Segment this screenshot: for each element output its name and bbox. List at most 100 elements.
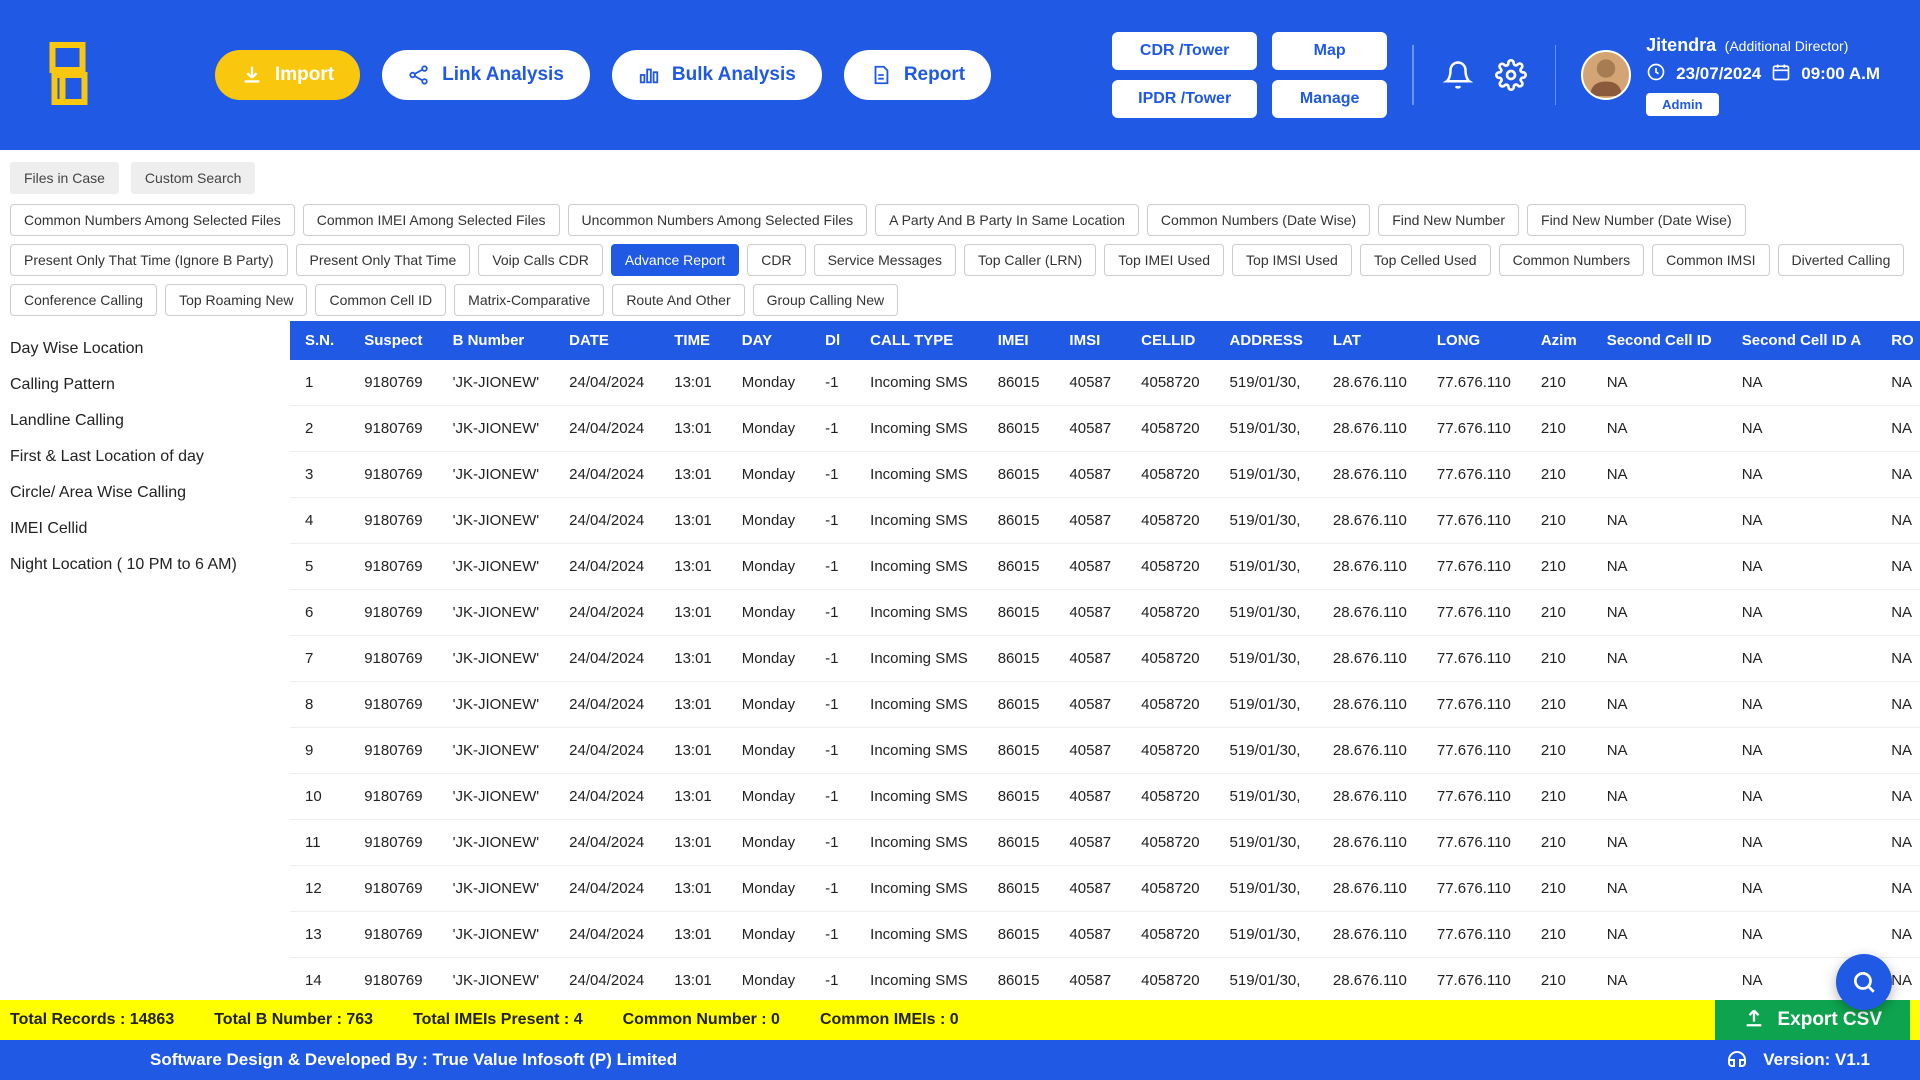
table-header[interactable]: Suspect — [349, 321, 437, 360]
table-header[interactable]: DATE — [554, 321, 659, 360]
table-header[interactable]: ADDRESS — [1215, 321, 1318, 360]
filter-chip[interactable]: Conference Calling — [10, 284, 157, 316]
table-row[interactable]: 139180769'JK-JIONEW'24/04/202413:01Monda… — [290, 912, 1920, 958]
table-cell: NA — [1727, 820, 1876, 866]
sidebar-item[interactable]: First & Last Location of day — [0, 439, 290, 475]
table-header[interactable]: LAT — [1318, 321, 1422, 360]
filter-chip[interactable]: Top Roaming New — [165, 284, 307, 316]
filter-chip[interactable]: Service Messages — [814, 244, 956, 276]
filter-chip[interactable]: Present Only That Time (Ignore B Party) — [10, 244, 288, 276]
import-button[interactable]: Import — [215, 50, 360, 100]
gear-icon[interactable] — [1492, 56, 1530, 94]
filter-chip[interactable]: Common IMEI Among Selected Files — [303, 204, 560, 236]
tab-top[interactable]: Custom Search — [131, 162, 255, 194]
table-row[interactable]: 79180769'JK-JIONEW'24/04/202413:01Monday… — [290, 636, 1920, 682]
sidebar-item[interactable]: Day Wise Location — [0, 331, 290, 367]
table-cell: Monday — [727, 682, 810, 728]
table-row[interactable]: 39180769'JK-JIONEW'24/04/202413:01Monday… — [290, 452, 1920, 498]
table-header[interactable]: CALL TYPE — [855, 321, 983, 360]
sidebar-item[interactable]: Circle/ Area Wise Calling — [0, 475, 290, 511]
table-cell: 13:01 — [659, 590, 727, 636]
table-cell: 210 — [1526, 406, 1592, 452]
table-row[interactable]: 109180769'JK-JIONEW'24/04/202413:01Monda… — [290, 774, 1920, 820]
bulk-analysis-button[interactable]: Bulk Analysis — [612, 50, 822, 100]
table-row[interactable]: 119180769'JK-JIONEW'24/04/202413:01Monda… — [290, 820, 1920, 866]
table-header[interactable]: IMEI — [983, 321, 1055, 360]
table-row[interactable]: 129180769'JK-JIONEW'24/04/202413:01Monda… — [290, 866, 1920, 912]
manage-button[interactable]: Manage — [1272, 80, 1387, 118]
sidebar-item[interactable]: Night Location ( 10 PM to 6 AM) — [0, 547, 290, 583]
headset-icon[interactable] — [1725, 1046, 1749, 1075]
table-row[interactable]: 149180769'JK-JIONEW'24/04/202413:01Monda… — [290, 958, 1920, 1004]
table-cell: NA — [1876, 682, 1920, 728]
table-header[interactable]: IMSI — [1054, 321, 1126, 360]
sidebar-item[interactable]: IMEI Cellid — [0, 511, 290, 547]
table-cell: 28.676.110 — [1318, 360, 1422, 406]
filter-chip[interactable]: Matrix-Comparative — [454, 284, 604, 316]
filter-chip[interactable]: Common Numbers — [1499, 244, 1644, 276]
filter-chip[interactable]: Advance Report — [611, 244, 739, 276]
table-header[interactable]: S.N. — [290, 321, 349, 360]
table-row[interactable]: 49180769'JK-JIONEW'24/04/202413:01Monday… — [290, 498, 1920, 544]
tab-top[interactable]: Files in Case — [10, 162, 119, 194]
filter-chip[interactable]: Find New Number — [1378, 204, 1519, 236]
table-cell: 9180769 — [349, 452, 437, 498]
table-header[interactable]: RO — [1876, 321, 1920, 360]
sidebar-item[interactable]: Landline Calling — [0, 403, 290, 439]
table-cell: 13:01 — [659, 912, 727, 958]
table-cell: NA — [1876, 912, 1920, 958]
table-row[interactable]: 59180769'JK-JIONEW'24/04/202413:01Monday… — [290, 544, 1920, 590]
table-cell: NA — [1876, 544, 1920, 590]
table-cell: 9180769 — [349, 636, 437, 682]
table-header[interactable]: Second Cell ID — [1592, 321, 1727, 360]
filter-chip[interactable]: Present Only That Time — [296, 244, 471, 276]
report-button[interactable]: Report — [844, 50, 991, 100]
user-block[interactable]: Jitendra (Additional Director) 23/07/202… — [1581, 35, 1880, 116]
filter-chip[interactable]: Common IMSI — [1652, 244, 1769, 276]
table-header[interactable]: CELLID — [1126, 321, 1214, 360]
table-cell: 2 — [290, 406, 349, 452]
link-analysis-button[interactable]: Link Analysis — [382, 50, 590, 100]
table-row[interactable]: 29180769'JK-JIONEW'24/04/202413:01Monday… — [290, 406, 1920, 452]
table-header[interactable]: LONG — [1422, 321, 1526, 360]
filter-chip[interactable]: A Party And B Party In Same Location — [875, 204, 1139, 236]
table-cell: 519/01/30, — [1215, 590, 1318, 636]
table-header[interactable]: DAY — [727, 321, 810, 360]
sidebar-item[interactable]: Calling Pattern — [0, 367, 290, 403]
table-header[interactable]: TIME — [659, 321, 727, 360]
table-row[interactable]: 69180769'JK-JIONEW'24/04/202413:01Monday… — [290, 590, 1920, 636]
table-wrap[interactable]: S.N.SuspectB NumberDATETIMEDAYDlCALL TYP… — [290, 321, 1920, 1031]
table-cell: Incoming SMS — [855, 636, 983, 682]
bell-icon[interactable] — [1439, 56, 1477, 94]
table-header[interactable]: Second Cell ID A — [1727, 321, 1876, 360]
table-row[interactable]: 89180769'JK-JIONEW'24/04/202413:01Monday… — [290, 682, 1920, 728]
filter-chip[interactable]: Voip Calls CDR — [478, 244, 602, 276]
filter-chip[interactable]: Top Celled Used — [1360, 244, 1491, 276]
filter-chip[interactable]: Common Numbers Among Selected Files — [10, 204, 295, 236]
filter-chip[interactable]: Find New Number (Date Wise) — [1527, 204, 1746, 236]
export-csv-button[interactable]: Export CSV — [1715, 1000, 1910, 1040]
filter-chip[interactable]: Top IMSI Used — [1232, 244, 1352, 276]
filter-chip[interactable]: Top IMEI Used — [1104, 244, 1224, 276]
table-row[interactable]: 99180769'JK-JIONEW'24/04/202413:01Monday… — [290, 728, 1920, 774]
table-header[interactable]: Dl — [810, 321, 855, 360]
table-cell: 210 — [1526, 452, 1592, 498]
filter-chip[interactable]: Uncommon Numbers Among Selected Files — [568, 204, 868, 236]
filter-chip[interactable]: Diverted Calling — [1778, 244, 1905, 276]
filter-chip[interactable]: Common Numbers (Date Wise) — [1147, 204, 1370, 236]
table-header[interactable]: Azim — [1526, 321, 1592, 360]
table-cell: Monday — [727, 498, 810, 544]
table-cell: 24/04/2024 — [554, 958, 659, 1004]
app-logo[interactable] — [40, 40, 95, 110]
filter-chip[interactable]: Common Cell ID — [315, 284, 446, 316]
filter-chip[interactable]: CDR — [747, 244, 805, 276]
table-row[interactable]: 19180769'JK-JIONEW'24/04/202413:01Monday… — [290, 360, 1920, 406]
filter-chip[interactable]: Route And Other — [612, 284, 744, 316]
cdr-tower-button[interactable]: CDR /Tower — [1112, 32, 1257, 70]
filter-chip[interactable]: Group Calling New — [753, 284, 899, 316]
ipdr-tower-button[interactable]: IPDR /Tower — [1112, 80, 1257, 118]
filter-chip[interactable]: Top Caller (LRN) — [964, 244, 1096, 276]
search-fab[interactable] — [1836, 954, 1892, 1010]
table-header[interactable]: B Number — [438, 321, 555, 360]
map-button[interactable]: Map — [1272, 32, 1387, 70]
